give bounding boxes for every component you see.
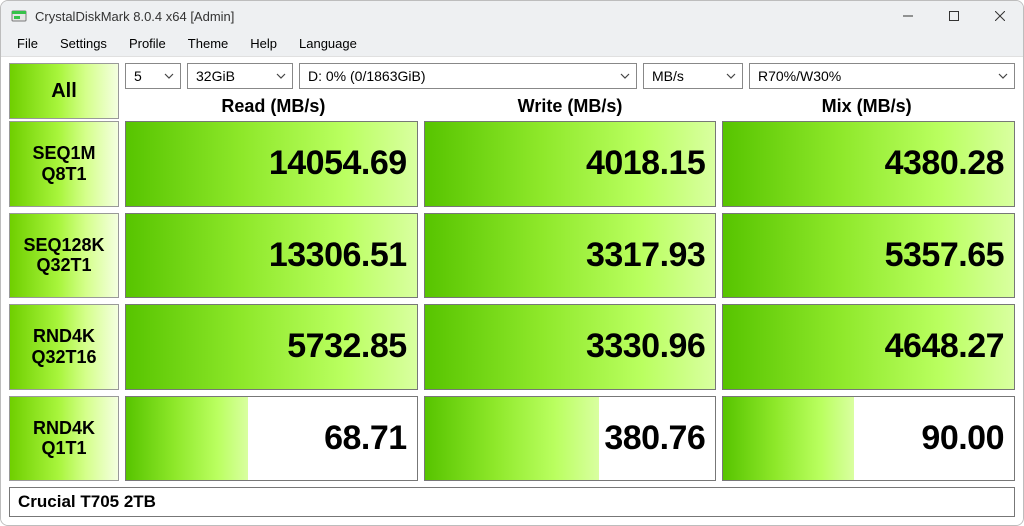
result-row: SEQ1M Q8T1 14054.69 4018.15 4380.28 [9,121,1015,207]
test-label-line1: SEQ1M [32,143,95,164]
test-size-select[interactable]: 32GiB [187,63,293,89]
selects-row: 5 32GiB D: 0% (0/1863GiB) MB/s [125,63,1015,89]
drive-select[interactable]: D: 0% (0/1863GiB) [299,63,637,89]
header-mix: Mix (MB/s) [718,96,1015,117]
device-label: Crucial T705 2TB [9,487,1015,517]
result-row: RND4K Q1T1 68.71 380.76 90.00 [9,396,1015,482]
read-value: 5732.85 [287,327,406,366]
cell-read: 68.71 [125,396,418,482]
column-headers: Read (MB/s) Write (MB/s) Mix (MB/s) [125,89,1015,119]
window-controls [885,1,1023,31]
chevron-down-icon [620,68,630,84]
result-grid: SEQ1M Q8T1 14054.69 4018.15 4380.28 SEQ1… [9,121,1015,481]
menubar: File Settings Profile Theme Help Languag… [1,31,1023,57]
write-value: 380.76 [604,419,705,458]
cell-read: 13306.51 [125,213,418,299]
controls-row: All 5 32GiB D: 0% (0/1863GiB) [9,63,1015,119]
window-title: CrystalDiskMark 8.0.4 x64 [Admin] [35,9,234,24]
menu-profile[interactable]: Profile [119,33,176,54]
mix-value: 4380.28 [885,144,1004,183]
cell-write: 3330.96 [424,304,717,390]
mix-value: 5357.65 [885,236,1004,275]
cell-mix: 4648.27 [722,304,1015,390]
result-row: SEQ128K Q32T1 13306.51 3317.93 5357.65 [9,213,1015,299]
app-icon [11,8,27,24]
test-label-line2: Q8T1 [41,164,86,185]
test-size-value: 32GiB [196,68,235,84]
chevron-down-icon [726,68,736,84]
run-all-button[interactable]: All [9,63,119,119]
drive-value: D: 0% (0/1863GiB) [308,68,426,84]
content-area: All 5 32GiB D: 0% (0/1863GiB) [1,57,1023,525]
cell-mix: 4380.28 [722,121,1015,207]
write-value: 3330.96 [586,327,705,366]
cell-write: 380.76 [424,396,717,482]
read-value: 13306.51 [269,236,407,275]
mix-ratio-select[interactable]: R70%/W30% [749,63,1015,89]
chevron-down-icon [164,68,174,84]
mix-ratio-value: R70%/W30% [758,68,841,84]
test-button-seq1m-q8t1[interactable]: SEQ1M Q8T1 [9,121,119,207]
selects-and-header: 5 32GiB D: 0% (0/1863GiB) MB/s [125,63,1015,119]
close-button[interactable] [977,1,1023,31]
test-button-rnd4k-q32t16[interactable]: RND4K Q32T16 [9,304,119,390]
menu-theme[interactable]: Theme [178,33,238,54]
cell-read: 5732.85 [125,304,418,390]
fill-bar [425,397,599,481]
maximize-button[interactable] [931,1,977,31]
test-count-value: 5 [134,68,142,84]
test-label-line1: RND4K [33,326,95,347]
test-label-line2: Q32T16 [31,347,96,368]
cell-mix: 90.00 [722,396,1015,482]
app-window: CrystalDiskMark 8.0.4 x64 [Admin] File S… [0,0,1024,526]
menu-file[interactable]: File [7,33,48,54]
cell-read: 14054.69 [125,121,418,207]
mix-value: 90.00 [921,419,1004,458]
fill-bar [723,397,854,481]
minimize-button[interactable] [885,1,931,31]
read-value: 68.71 [324,419,407,458]
fill-bar [126,397,248,481]
unit-select[interactable]: MB/s [643,63,743,89]
cell-write: 3317.93 [424,213,717,299]
cell-write: 4018.15 [424,121,717,207]
unit-value: MB/s [652,68,684,84]
result-row: RND4K Q32T16 5732.85 3330.96 4648.27 [9,304,1015,390]
test-label-line2: Q1T1 [41,438,86,459]
test-button-seq128k-q32t1[interactable]: SEQ128K Q32T1 [9,213,119,299]
header-write: Write (MB/s) [422,96,719,117]
test-label-line2: Q32T1 [36,255,91,276]
menu-help[interactable]: Help [240,33,287,54]
header-read: Read (MB/s) [125,96,422,117]
test-count-select[interactable]: 5 [125,63,181,89]
test-label-line1: SEQ128K [23,235,104,256]
read-value: 14054.69 [269,144,407,183]
titlebar: CrystalDiskMark 8.0.4 x64 [Admin] [1,1,1023,31]
menu-language[interactable]: Language [289,33,367,54]
cell-mix: 5357.65 [722,213,1015,299]
chevron-down-icon [276,68,286,84]
write-value: 4018.15 [586,144,705,183]
write-value: 3317.93 [586,236,705,275]
menu-settings[interactable]: Settings [50,33,117,54]
mix-value: 4648.27 [885,327,1004,366]
test-button-rnd4k-q1t1[interactable]: RND4K Q1T1 [9,396,119,482]
chevron-down-icon [998,68,1008,84]
test-label-line1: RND4K [33,418,95,439]
